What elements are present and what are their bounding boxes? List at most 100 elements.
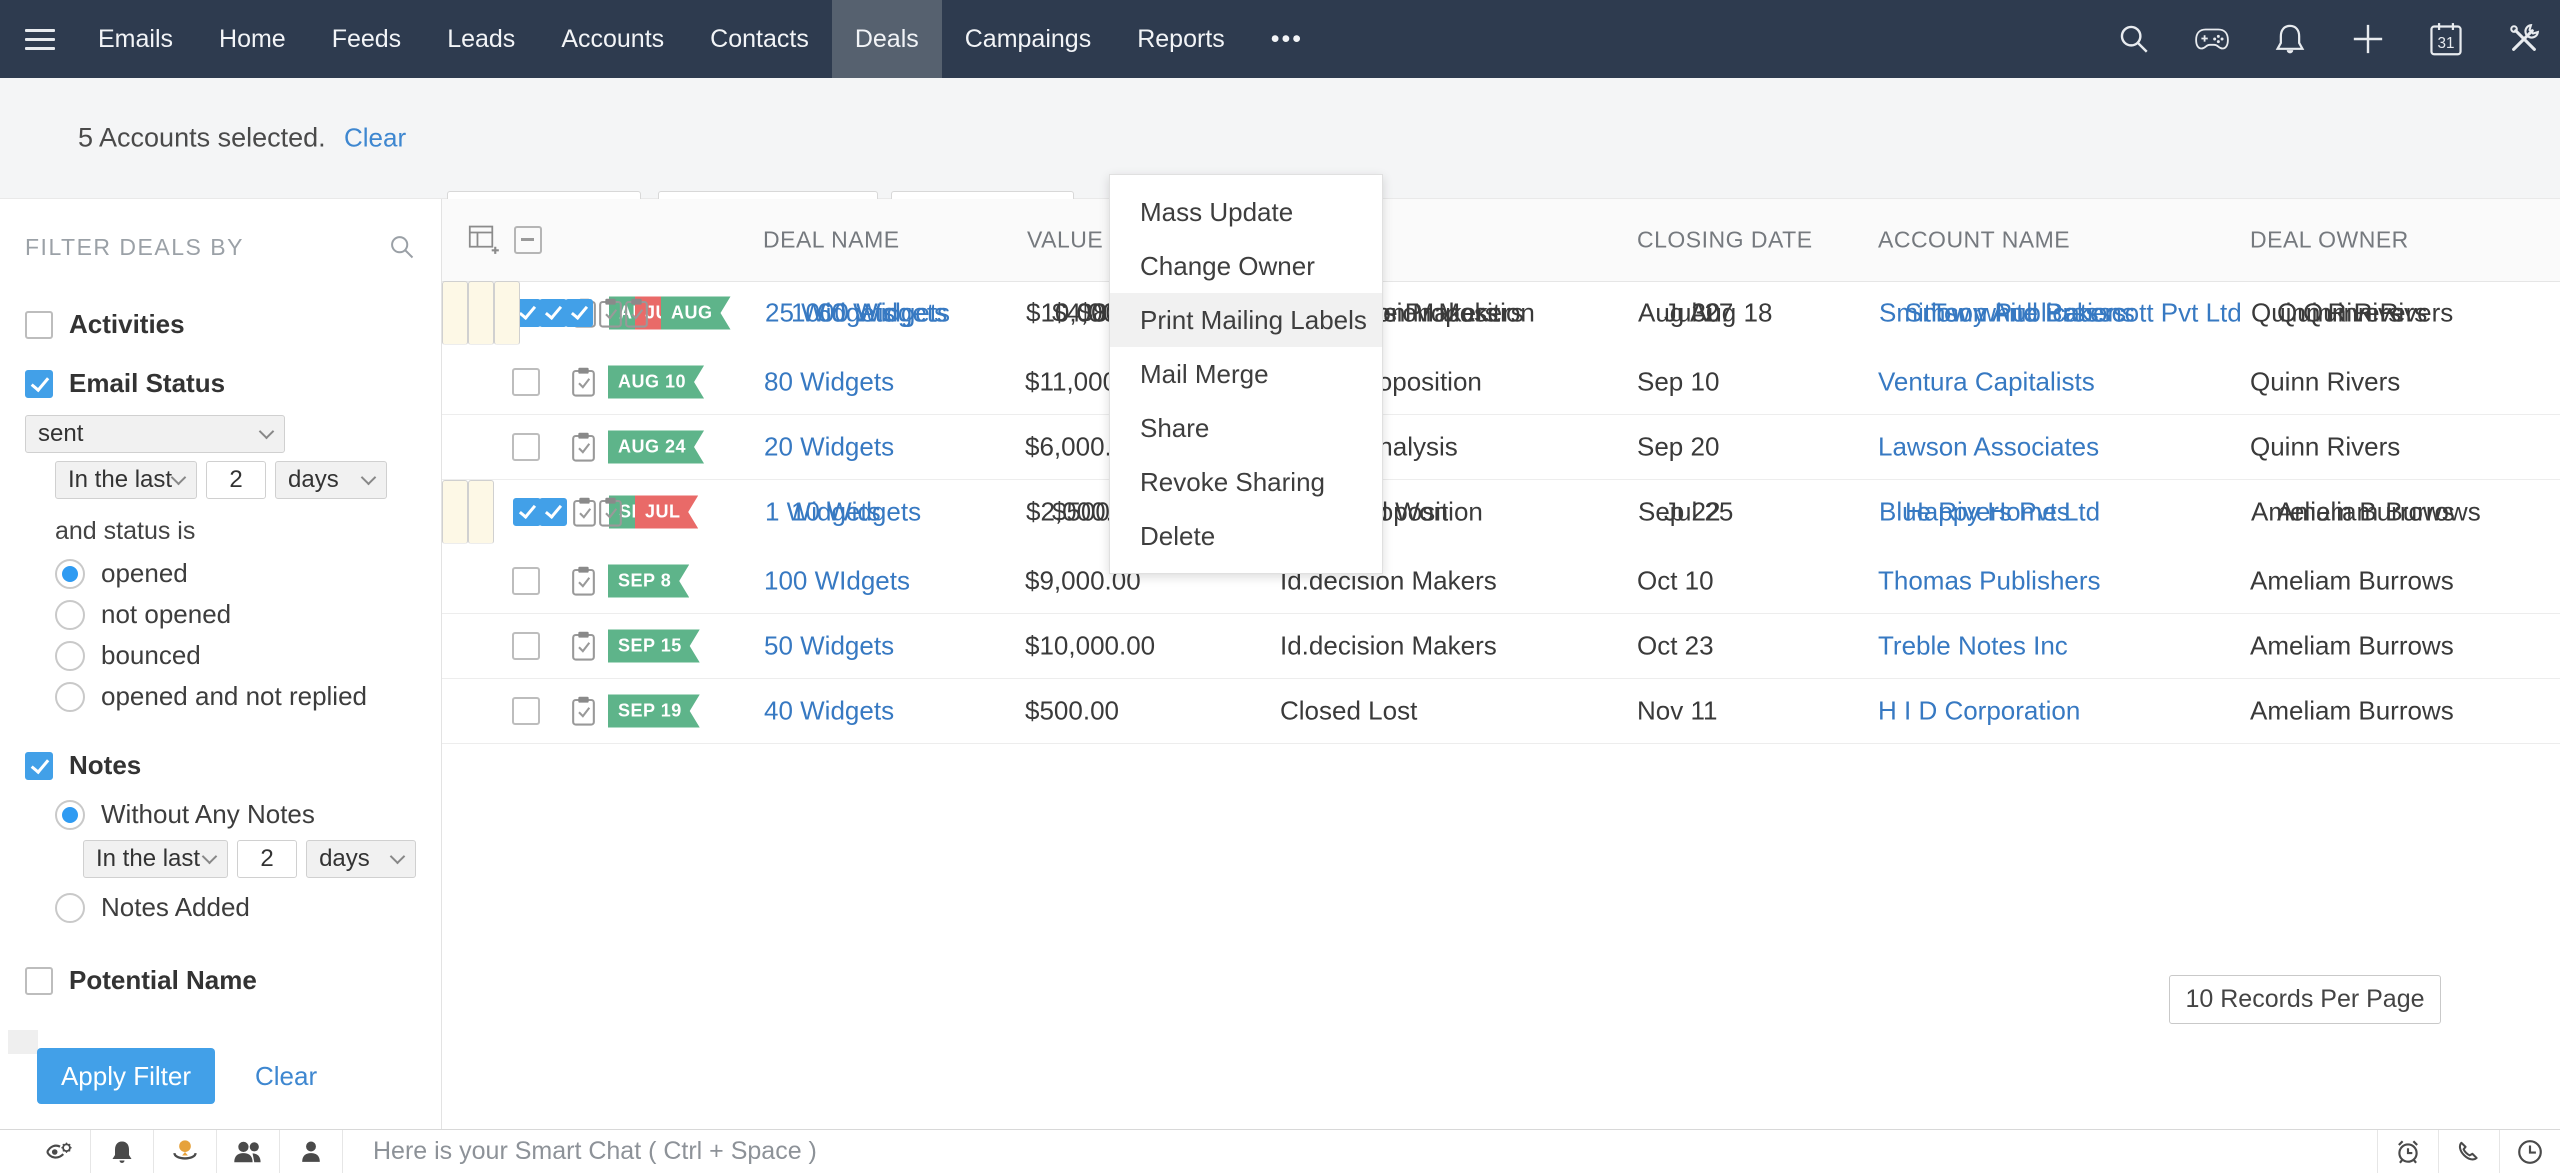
deal-name-link[interactable]: 100 WIdgets bbox=[764, 566, 910, 597]
bell-icon[interactable] bbox=[2272, 22, 2308, 56]
clear-selection-link[interactable]: Clear bbox=[344, 123, 406, 154]
nav-more-icon[interactable]: ••• bbox=[1248, 25, 1326, 54]
row-checkbox[interactable] bbox=[539, 498, 567, 526]
row-checkbox[interactable] bbox=[565, 299, 593, 327]
notifications-bell-icon[interactable] bbox=[91, 1130, 154, 1173]
header-deal-name[interactable]: DEAL NAME bbox=[763, 227, 900, 254]
nav-item-campaings[interactable]: Campaings bbox=[942, 0, 1114, 78]
table-row[interactable]: AUG 10 80 Widgets $11,000.00 Value Propo… bbox=[442, 350, 2560, 415]
radio-notes-added[interactable]: Notes Added bbox=[55, 892, 416, 923]
select-all-checkbox[interactable] bbox=[514, 226, 542, 254]
alarm-icon[interactable] bbox=[2377, 1130, 2438, 1173]
notes-range-select[interactable]: In the last bbox=[83, 840, 229, 878]
chat-settings-icon[interactable] bbox=[28, 1130, 91, 1173]
contacts-icon[interactable] bbox=[217, 1130, 280, 1173]
row-checkbox[interactable] bbox=[513, 498, 541, 526]
deal-name-link[interactable]: 20 Widgets bbox=[764, 432, 894, 463]
hamburger-menu-icon[interactable] bbox=[25, 23, 55, 56]
assistant-icon[interactable] bbox=[154, 1130, 217, 1173]
menu-item-mail-merge[interactable]: Mail Merge bbox=[1110, 347, 1382, 401]
filter-activities[interactable]: Activities bbox=[25, 309, 416, 340]
gamepad-icon[interactable] bbox=[2194, 22, 2230, 56]
header-account-name[interactable]: ACCOUNT NAME bbox=[1878, 227, 2070, 254]
menu-item-share[interactable]: Share bbox=[1110, 401, 1382, 455]
row-checkbox[interactable] bbox=[539, 299, 567, 327]
account-name-link[interactable]: Tony And Presscott Pvt Ltd bbox=[1931, 298, 2242, 329]
filter-search-icon[interactable] bbox=[388, 233, 416, 261]
table-row[interactable]: SEP 19 40 Widgets $500.00 Closed Lost No… bbox=[442, 679, 2560, 744]
task-clipboard-icon[interactable] bbox=[570, 367, 597, 398]
header-value[interactable]: VALUE bbox=[1027, 227, 1103, 254]
tools-icon[interactable] bbox=[2506, 22, 2542, 56]
account-name-link[interactable]: Thomas Publishers bbox=[1878, 566, 2101, 597]
nav-item-home[interactable]: Home bbox=[196, 0, 309, 78]
menu-item-mass-update[interactable]: Mass Update bbox=[1110, 185, 1382, 239]
menu-item-delete[interactable]: Delete bbox=[1110, 509, 1382, 563]
smart-chat-input[interactable] bbox=[371, 1136, 2377, 1167]
history-clock-icon[interactable] bbox=[2499, 1130, 2560, 1173]
task-clipboard-icon[interactable] bbox=[570, 432, 597, 463]
radio-not-opened[interactable]: not opened bbox=[55, 599, 416, 630]
account-name-link[interactable]: Lawson Associates bbox=[1878, 432, 2099, 463]
row-checkbox[interactable] bbox=[512, 632, 540, 660]
email-status-type-select[interactable]: sent bbox=[25, 415, 285, 453]
row-checkbox[interactable] bbox=[512, 433, 540, 461]
activities-checkbox[interactable] bbox=[25, 310, 53, 339]
table-row[interactable]: SEP 15 50 Widgets $10,000.00 Id.decision… bbox=[442, 614, 2560, 679]
header-deal-owner[interactable]: DEAL OWNER bbox=[2250, 227, 2409, 254]
account-name-link[interactable]: Happy Homes bbox=[1905, 497, 2070, 528]
row-checkbox[interactable] bbox=[512, 368, 540, 396]
profile-icon[interactable] bbox=[280, 1130, 343, 1173]
nav-item-reports[interactable]: Reports bbox=[1114, 0, 1248, 78]
email-status-checkbox[interactable] bbox=[25, 369, 53, 398]
table-row[interactable]: JUL 22 1000 Widgets $4,000.00 Id.decisio… bbox=[468, 281, 2427, 345]
row-checkbox[interactable] bbox=[512, 697, 540, 725]
records-per-page-select[interactable]: 10 Records Per Page bbox=[2169, 975, 2441, 1024]
account-name-link[interactable]: H I D Corporation bbox=[1878, 696, 2080, 727]
menu-item-print-mailing-labels[interactable]: Print Mailing Labels bbox=[1110, 293, 1382, 347]
menu-item-change-owner[interactable]: Change Owner bbox=[1110, 239, 1382, 293]
plus-icon[interactable] bbox=[2350, 22, 2386, 56]
task-clipboard-icon[interactable] bbox=[597, 497, 624, 528]
notes-unit-select[interactable]: days bbox=[306, 840, 416, 878]
menu-item-revoke-sharing[interactable]: Revoke Sharing bbox=[1110, 455, 1382, 509]
task-clipboard-icon[interactable] bbox=[570, 631, 597, 662]
table-row[interactable]: AUG 12 25 Widgets $10,000.00 Id.decision… bbox=[442, 281, 2401, 345]
radio-opened[interactable]: opened bbox=[55, 558, 416, 589]
task-clipboard-icon[interactable] bbox=[571, 497, 598, 528]
deal-name-link[interactable]: 50 Widgets bbox=[764, 631, 894, 662]
notes-checkbox[interactable] bbox=[25, 751, 53, 780]
deal-name-link[interactable]: 10 Widgets bbox=[791, 497, 921, 528]
filter-notes[interactable]: Notes bbox=[25, 750, 416, 781]
task-clipboard-icon[interactable] bbox=[623, 298, 650, 329]
header-closing-date[interactable]: CLOSING DATE bbox=[1637, 227, 1813, 254]
column-customize-icon[interactable] bbox=[468, 224, 500, 254]
apply-filter-button[interactable]: Apply Filter bbox=[37, 1048, 215, 1104]
filter-email-status[interactable]: Email Status bbox=[25, 368, 416, 399]
filter-clear-link[interactable]: Clear bbox=[255, 1048, 317, 1104]
email-unit-select[interactable]: days bbox=[275, 461, 387, 499]
email-range-select[interactable]: In the last bbox=[55, 461, 197, 499]
radio-opened-not-replied[interactable]: opened and not replied bbox=[55, 681, 416, 712]
deal-name-link[interactable]: 80 Widgets bbox=[764, 367, 894, 398]
task-clipboard-icon[interactable] bbox=[570, 566, 597, 597]
task-clipboard-icon[interactable] bbox=[570, 696, 597, 727]
task-clipboard-icon[interactable] bbox=[597, 298, 624, 329]
account-name-link[interactable]: Ventura Capitalists bbox=[1878, 367, 2095, 398]
deal-name-link[interactable]: 60 Widgets bbox=[817, 298, 947, 329]
email-count-input[interactable] bbox=[206, 461, 266, 499]
radio-without-notes[interactable]: Without Any Notes bbox=[55, 799, 416, 830]
calendar-icon[interactable]: 31 bbox=[2428, 22, 2464, 56]
table-row[interactable]: AUG 24 20 Widgets $6,000.00 Needs Analys… bbox=[442, 415, 2560, 480]
filter-potential-name[interactable]: Potential Name bbox=[25, 965, 416, 996]
search-icon[interactable] bbox=[2116, 22, 2152, 56]
table-row[interactable]: AUG 4 60 Widgets $8,000.00 Value Proposi… bbox=[494, 281, 2453, 345]
phone-icon[interactable] bbox=[2438, 1130, 2499, 1173]
table-row[interactable]: SEP 8 100 WIdgets $9,000.00 Id.decision … bbox=[442, 549, 2560, 614]
deal-name-link[interactable]: 40 Widgets bbox=[764, 696, 894, 727]
nav-item-feeds[interactable]: Feeds bbox=[309, 0, 424, 78]
radio-bounced[interactable]: bounced bbox=[55, 640, 416, 671]
nav-item-leads[interactable]: Leads bbox=[424, 0, 538, 78]
nav-item-deals[interactable]: Deals bbox=[831, 0, 942, 78]
row-checkbox[interactable] bbox=[512, 567, 540, 595]
